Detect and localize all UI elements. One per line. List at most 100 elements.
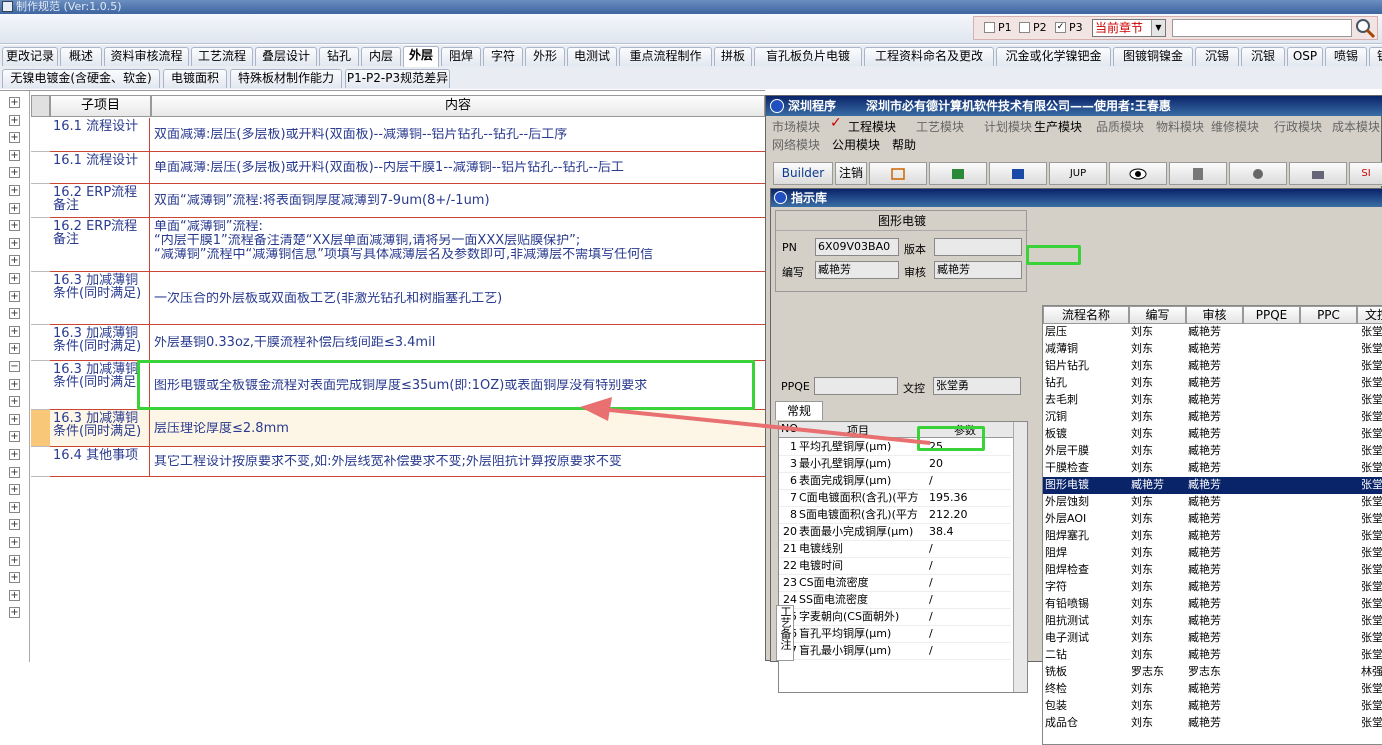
menu-5[interactable]: 品质模块 bbox=[1096, 118, 1144, 135]
tree-toggle-icon[interactable]: + bbox=[9, 537, 20, 548]
menu2-0[interactable]: 网络模块 bbox=[772, 136, 820, 153]
tab-15[interactable]: 工程资料命名及更改 bbox=[864, 47, 994, 66]
word-button[interactable] bbox=[989, 162, 1047, 185]
row-selector[interactable] bbox=[31, 152, 50, 184]
tree-toggle-icon[interactable]: + bbox=[9, 308, 20, 320]
tree-toggle-icon[interactable]: + bbox=[9, 273, 20, 284]
param-row[interactable]: 26盲孔平均铜厚(μm)/ bbox=[779, 626, 1011, 643]
param-row[interactable]: 6 表面完成铜厚(μm) / bbox=[779, 473, 1011, 490]
pn-field[interactable]: 6X09V03BA0 bbox=[815, 238, 899, 256]
flow-col-header[interactable]: 审核 bbox=[1186, 306, 1243, 324]
tab-20[interactable]: OSP bbox=[1287, 47, 1323, 66]
row-selector[interactable] bbox=[31, 325, 50, 361]
flow-row[interactable]: 干膜检查 刘东 臧艳芳 张堂 bbox=[1043, 460, 1382, 477]
row-selector[interactable] bbox=[31, 410, 50, 447]
tree-toggle-icon[interactable]: + bbox=[9, 607, 20, 619]
flow-row[interactable]: 包装 刘东 臧艳芳 张堂 bbox=[1043, 698, 1382, 715]
tab-13[interactable]: 拼板 bbox=[714, 47, 752, 66]
tab-7[interactable]: 外层 bbox=[403, 46, 439, 67]
tab-16[interactable]: 沉金或化学镍钯金 bbox=[996, 47, 1111, 66]
param-row[interactable]: 24 SS面电流密度 / bbox=[779, 592, 1011, 609]
flow-row[interactable]: 铝片钻孔 刘东 臧艳芳 张堂 bbox=[1043, 358, 1382, 375]
flow-row[interactable]: 铣板 罗志东 罗志东 林强 bbox=[1043, 664, 1382, 681]
tab-0[interactable]: 更改记录 bbox=[2, 47, 58, 66]
search-input[interactable] bbox=[1172, 19, 1352, 37]
flow-row[interactable]: 外层蚀刻 刘东 臧艳芳 张堂 bbox=[1043, 494, 1382, 511]
flow-row[interactable]: 二钻 刘东 臧艳芳 张堂 bbox=[1043, 647, 1382, 664]
flow-col-header[interactable]: 流程名称 bbox=[1043, 306, 1129, 324]
menu2-2[interactable]: 帮助 bbox=[892, 136, 916, 153]
tree-toggle-icon[interactable]: − bbox=[9, 361, 20, 372]
tree-toggle-icon[interactable]: + bbox=[9, 396, 20, 408]
logout-button[interactable]: 注销 bbox=[835, 162, 867, 185]
p2-checkbox[interactable] bbox=[1019, 22, 1030, 33]
tree-toggle-icon[interactable]: + bbox=[9, 501, 20, 513]
param-row[interactable]: 8 S面电镀面积(含孔)(平方 212.20 bbox=[779, 507, 1011, 524]
excel-button[interactable] bbox=[929, 162, 987, 185]
flow-col-header[interactable]: 文控 bbox=[1357, 306, 1382, 324]
tab-10[interactable]: 外形 bbox=[525, 47, 565, 66]
flow-row[interactable]: 有铅喷锡 刘东 臧艳芳 张堂 bbox=[1043, 596, 1382, 613]
jup-button[interactable]: JUP bbox=[1049, 162, 1107, 185]
settings-button[interactable] bbox=[1229, 162, 1287, 185]
view-button[interactable] bbox=[1109, 162, 1167, 185]
tab2-0[interactable]: 无镍电镀金(含硬金、软金) bbox=[2, 69, 160, 88]
flow-row[interactable]: 终检 刘东 臧艳芳 张堂 bbox=[1043, 681, 1382, 698]
flow-row[interactable]: 字符 刘东 臧艳芳 张堂 bbox=[1043, 579, 1382, 596]
image-button[interactable] bbox=[869, 162, 927, 185]
tab-1[interactable]: 概述 bbox=[60, 47, 102, 66]
tab2-2[interactable]: 特殊板材制作能力 bbox=[230, 69, 342, 88]
flow-col-header[interactable]: PPQE bbox=[1243, 306, 1300, 324]
flow-row[interactable]: 成品仓 刘东 臧艳芳 张堂 bbox=[1043, 715, 1382, 732]
menu-6[interactable]: 物料模块 bbox=[1156, 118, 1204, 135]
flow-row[interactable]: 外层干膜 刘东 臧艳芳 张堂 bbox=[1043, 443, 1382, 460]
tab2-1[interactable]: 电镀面积 bbox=[163, 69, 227, 88]
flow-col-header[interactable]: 编写 bbox=[1129, 306, 1186, 324]
tree-toggle-icon[interactable]: + bbox=[9, 220, 20, 232]
flow-row[interactable]: 板镀 刘东 臧艳芳 张堂 bbox=[1043, 426, 1382, 443]
flow-row[interactable]: 图形电镀 臧艳芳 臧艳芳 张堂 bbox=[1043, 477, 1382, 494]
param-row[interactable]: 27盲孔最小铜厚(μm)/ bbox=[779, 643, 1011, 660]
param-row[interactable]: 21 电镀线别 / bbox=[779, 541, 1011, 558]
author-field[interactable]: 臧艳芳 bbox=[815, 261, 899, 279]
chapter-select[interactable]: 当前章节 ▼ bbox=[1092, 19, 1166, 37]
tab-14[interactable]: 盲孔板负片电镀 bbox=[754, 47, 862, 66]
tab-22[interactable]: 镀硬金 bbox=[1369, 47, 1382, 66]
tab-5[interactable]: 钻孔 bbox=[319, 47, 359, 66]
flow-row[interactable]: 阻焊 刘东 臧艳芳 张堂 bbox=[1043, 545, 1382, 562]
flow-row[interactable]: 阻抗测试 刘东 臧艳芳 张堂 bbox=[1043, 613, 1382, 630]
tree-toggle-icon[interactable]: + bbox=[9, 343, 20, 355]
version-field[interactable] bbox=[934, 238, 1022, 256]
flow-col-header[interactable]: PPC bbox=[1300, 306, 1357, 324]
menu-3[interactable]: 计划模块 bbox=[984, 118, 1032, 135]
tab-6[interactable]: 内层 bbox=[361, 47, 401, 66]
tab-11[interactable]: 电测试 bbox=[567, 47, 617, 66]
tree-toggle-icon[interactable]: + bbox=[9, 149, 20, 161]
tree-toggle-icon[interactable]: + bbox=[9, 185, 20, 196]
tree-toggle-icon[interactable]: + bbox=[9, 255, 20, 267]
row-selector[interactable] bbox=[31, 361, 50, 410]
tree-toggle-icon[interactable]: + bbox=[9, 97, 20, 108]
tree-toggle-icon[interactable]: + bbox=[9, 325, 20, 337]
p1-checkbox[interactable] bbox=[984, 22, 995, 33]
param-row[interactable]: 22 电镀时间 / bbox=[779, 558, 1011, 575]
row-selector[interactable] bbox=[31, 447, 50, 477]
menu-0[interactable]: 市场模块 bbox=[772, 118, 820, 135]
si-button[interactable]: SI bbox=[1349, 162, 1382, 185]
col-header-content[interactable]: 内容 bbox=[151, 95, 765, 117]
tree-toggle-icon[interactable]: + bbox=[9, 290, 20, 302]
tab-2[interactable]: 资料审核流程 bbox=[104, 47, 189, 66]
row-selector[interactable] bbox=[31, 218, 50, 272]
row-selector[interactable] bbox=[31, 118, 50, 152]
flow-row[interactable]: 减薄铜 刘东 臧艳芳 张堂 bbox=[1043, 341, 1382, 358]
menu2-1[interactable]: 公用模块 bbox=[832, 136, 880, 153]
tree-toggle-icon[interactable]: + bbox=[9, 202, 20, 214]
col-header-item[interactable]: 子项目 bbox=[50, 95, 151, 117]
param-row[interactable]: 20 表面最小完成铜厚(μm) 38.4 bbox=[779, 524, 1011, 541]
grid-row[interactable]: 16.1 流程设计 双面减薄:层压(多层板)或开料(双面板)--减薄铜--铝片钻孔… bbox=[50, 118, 765, 152]
grid-row[interactable]: 16.3 加减薄铜条件(同时满足) 一次压合的外层板或双面板工艺(非激光钻孔和树脂… bbox=[50, 272, 765, 325]
flow-row[interactable]: 阻焊塞孔 刘东 臧艳芳 张堂 bbox=[1043, 528, 1382, 545]
tab-4[interactable]: 叠层设计 bbox=[255, 47, 317, 66]
tab-17[interactable]: 图镀铜镍金 bbox=[1113, 47, 1193, 66]
grid-row[interactable]: 16.3 加减薄铜条件(同时满足) 外层基铜0.33oz,干膜流程补偿后线间距≤3… bbox=[50, 325, 765, 361]
